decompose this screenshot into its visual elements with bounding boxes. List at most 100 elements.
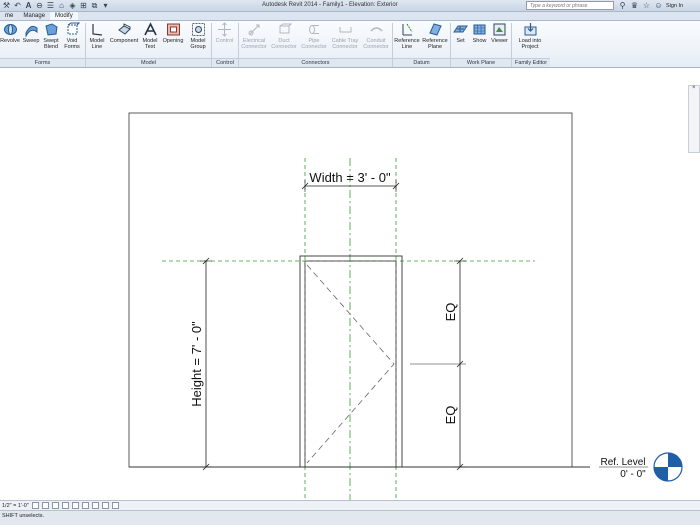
model-text-button[interactable]: Model Text <box>140 22 160 50</box>
thin-lines-icon[interactable]: ⊞ <box>79 1 88 10</box>
view-control-bar: 1/2" = 1'-0" <box>0 500 700 510</box>
set-work-plane-icon <box>453 25 468 33</box>
section-icon[interactable]: ◈ <box>68 1 77 10</box>
model-text-icon <box>143 22 157 36</box>
window-title: Autodesk Revit 2014 - Family1 - Elevatio… <box>262 2 398 8</box>
temporary-hide-icon[interactable] <box>91 502 99 509</box>
quick-access-toolbar: ⚒ ↶ A ⊖ ☰ ⌂ ◈ ⊞ ⧉ ▾ <box>2 1 110 10</box>
load-into-project-icon <box>524 23 536 36</box>
group-model: Model <box>86 58 211 67</box>
title-bar-tools: ⚲ ♛ ☆ ☺ Sign In <box>618 1 684 10</box>
model-line-button[interactable]: Model Line <box>86 22 108 50</box>
reference-line-icon <box>402 23 412 36</box>
door-frame-inner[interactable] <box>304 260 397 468</box>
view-extent-frame <box>128 112 573 468</box>
eq-label-bottom[interactable]: EQ <box>443 406 458 425</box>
viewer-icon <box>493 23 506 36</box>
star-icon[interactable]: ☆ <box>642 1 651 10</box>
detail-level-icon[interactable] <box>31 502 39 509</box>
door-frame-outer[interactable] <box>299 255 403 468</box>
height-dimension-label[interactable]: Height = 7' - 0" <box>189 321 204 407</box>
set-work-plane-button[interactable]: Set <box>451 22 470 44</box>
group-control: Control <box>212 58 238 67</box>
duct-connector-button[interactable]: Duct Connector <box>269 22 299 50</box>
reference-plane-icon <box>428 23 442 36</box>
tab-home[interactable]: me <box>0 12 18 20</box>
show-work-plane-button[interactable]: Show <box>470 22 489 44</box>
void-forms-icon <box>67 22 80 35</box>
show-crop-icon[interactable] <box>81 502 89 509</box>
sign-in-link[interactable]: Sign In <box>666 3 683 9</box>
eq-label-top[interactable]: EQ <box>443 303 458 322</box>
level-head-icon[interactable] <box>653 452 683 482</box>
analytical-model-icon[interactable] <box>111 502 119 509</box>
sun-path-icon[interactable] <box>51 502 59 509</box>
user-icon[interactable]: ☺ <box>654 1 663 10</box>
load-into-project-button[interactable]: Load into Project <box>512 22 548 50</box>
status-text: SHIFT unselects. <box>2 513 45 519</box>
ribbon-tabs: me Manage Modify <box>0 12 700 21</box>
conduit-connector-button[interactable]: Conduit Connector <box>361 22 391 50</box>
group-datum: Datum <box>393 58 450 67</box>
visual-style-icon[interactable] <box>41 502 49 509</box>
pipe-connector-button[interactable]: Pipe Connector <box>299 22 329 50</box>
3d-view-icon[interactable]: ⌂ <box>57 1 66 10</box>
opening-button[interactable]: Opening <box>160 22 186 44</box>
show-work-plane-icon <box>473 24 486 35</box>
group-family-editor: Family Editor <box>512 58 550 67</box>
subscription-icon[interactable]: ♛ <box>630 1 639 10</box>
model-line-icon <box>91 24 102 36</box>
group-connectors: Connectors <box>239 58 392 67</box>
switch-windows-icon[interactable]: ⧉ <box>90 1 99 10</box>
revolve-button[interactable]: Revolve <box>0 22 20 44</box>
sweep-icon <box>25 25 37 37</box>
component-button[interactable]: Component <box>108 22 140 44</box>
tab-modify[interactable]: Modify <box>50 12 78 20</box>
elevation-view[interactable]: Width = 3' - 0" Height = 7' - 0" EQ EQ R… <box>0 68 700 500</box>
width-dimension-label[interactable]: Width = 3' - 0" <box>309 170 391 185</box>
tool-icon[interactable]: ⚒ <box>2 1 11 10</box>
cable-tray-connector-icon <box>339 27 351 33</box>
shadows-icon[interactable] <box>61 502 69 509</box>
swept-blend-icon <box>44 23 58 36</box>
tab-manage[interactable]: Manage <box>18 12 50 20</box>
opening-icon <box>166 23 180 36</box>
swept-blend-button[interactable]: Swept Blend <box>41 22 61 50</box>
void-forms-button[interactable]: Void Forms <box>61 22 83 50</box>
electrical-connector-icon <box>248 24 259 36</box>
model-group-icon <box>191 23 205 36</box>
control-arrows-icon <box>218 22 231 37</box>
reference-line-button[interactable]: Reference Line <box>393 22 421 50</box>
reveal-hidden-icon[interactable] <box>101 502 109 509</box>
door-swing-indicator <box>306 264 395 464</box>
sweep-button[interactable]: Sweep <box>21 22 41 44</box>
drawing-canvas[interactable]: Width = 3' - 0" Height = 7' - 0" EQ EQ R… <box>0 68 700 500</box>
text-icon[interactable]: A <box>24 1 33 10</box>
control-button[interactable]: Control <box>212 22 237 44</box>
navigation-bar[interactable] <box>688 85 700 153</box>
measure-icon[interactable]: ⊖ <box>35 1 44 10</box>
view-scale[interactable]: 1/2" = 1'-0" <box>2 503 29 509</box>
group-forms: Forms <box>0 58 85 67</box>
revit-window: ⚒ ↶ A ⊖ ☰ ⌂ ◈ ⊞ ⧉ ▾ Autodesk Revit 2014 … <box>0 0 700 525</box>
list-icon[interactable]: ☰ <box>46 1 55 10</box>
status-bar: SHIFT unselects. <box>0 510 700 525</box>
revolve-icon <box>3 24 17 35</box>
viewer-button[interactable]: Viewer <box>489 22 510 44</box>
dropdown-icon[interactable]: ▾ <box>101 1 110 10</box>
conduit-connector-icon <box>369 27 383 32</box>
reference-plane-button[interactable]: Reference Plane <box>421 22 449 50</box>
cable-tray-connector-button[interactable]: Cable Tray Connector <box>329 22 361 50</box>
level-elevation[interactable]: 0' - 0" <box>620 469 646 480</box>
electrical-connector-button[interactable]: Electrical Connector <box>239 22 269 50</box>
pipe-connector-icon <box>308 25 319 34</box>
close-icon[interactable]: × <box>692 85 696 91</box>
model-group-button[interactable]: Model Group <box>187 22 209 50</box>
title-bar: ⚒ ↶ A ⊖ ☰ ⌂ ◈ ⊞ ⧉ ▾ Autodesk Revit 2014 … <box>0 0 700 12</box>
crop-view-icon[interactable] <box>71 502 79 509</box>
undo-icon[interactable]: ↶ <box>13 1 22 10</box>
search-input[interactable]: Type a keyword or phrase <box>526 1 614 10</box>
group-work-plane: Work Plane <box>451 58 511 67</box>
level-name[interactable]: Ref. Level <box>600 457 645 468</box>
binoculars-icon[interactable]: ⚲ <box>618 1 627 10</box>
